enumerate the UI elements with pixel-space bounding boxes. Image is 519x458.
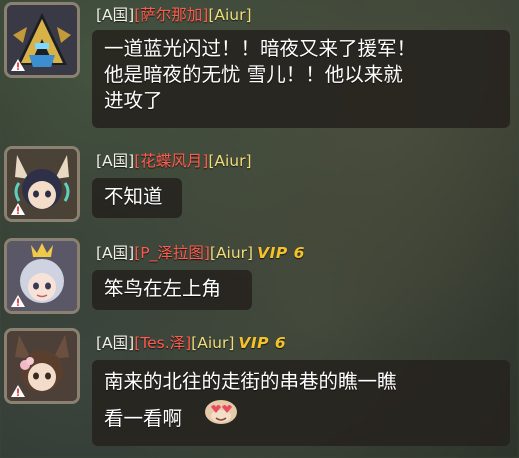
message-header: [A国][Tes.泽][Aiur] VIP 6 xyxy=(96,331,286,355)
country-tag: [A国] xyxy=(96,6,135,24)
chat-message: [A国][花蝶风月][Aiur] 不知道 xyxy=(0,146,519,236)
warning-icon xyxy=(11,385,25,397)
guild-tag: [Aiur] xyxy=(208,6,252,24)
country-tag: [A国] xyxy=(96,244,135,262)
guild-tag: [Aiur] xyxy=(208,152,252,170)
warning-icon xyxy=(11,203,25,215)
message-header: [A国][萨尔那加][Aiur] xyxy=(96,3,252,27)
message-bubble: 笨鸟在左上角 xyxy=(92,270,252,310)
player-name[interactable]: [P_泽拉图] xyxy=(134,244,210,262)
message-line: 南来的北往的走街的串巷的瞧一瞧 xyxy=(104,370,397,393)
message-line: 笨鸟在左上角 xyxy=(104,277,222,300)
message-line: 不知道 xyxy=(104,185,163,208)
message-bubble: 一道蓝光闪过！！暗夜又来了援军！ 他是暗夜的无忧 雪儿！！他以来就 进攻了 xyxy=(92,30,510,128)
message-bubble: 南来的北往的走街的串巷的瞧一瞧 看一看啊 xyxy=(92,360,510,446)
message-line: 进攻了 xyxy=(104,89,163,112)
chat-message: [A国][P_泽拉图][Aiur] VIP 6 笨鸟在左上角 xyxy=(0,238,519,328)
message-header: [A国][P_泽拉图][Aiur] VIP 6 xyxy=(96,241,305,265)
message-bubble: 不知道 xyxy=(92,178,182,218)
chat-message: [A国][Tes.泽][Aiur] VIP 6 南来的北往的走街的串巷的瞧一瞧 看… xyxy=(0,328,519,458)
player-avatar[interactable] xyxy=(4,146,80,222)
guild-tag: [Aiur] xyxy=(209,244,254,262)
chat-message: [A国][萨尔那加][Aiur] 一道蓝光闪过！！暗夜又来了援军！ 他是暗夜的无… xyxy=(0,0,519,140)
guild-tag: [Aiur] xyxy=(191,334,235,352)
player-name[interactable]: [萨尔那加] xyxy=(134,6,208,24)
warning-icon xyxy=(11,295,25,307)
vip-badge: VIP 6 xyxy=(238,334,287,352)
message-line: 他是暗夜的无忧 雪儿！！他以来就 xyxy=(104,63,403,86)
message-line: 一道蓝光闪过！！暗夜又来了援军！ xyxy=(104,37,417,60)
player-avatar[interactable] xyxy=(4,2,80,78)
player-avatar[interactable] xyxy=(4,238,80,314)
warning-icon xyxy=(11,59,25,71)
country-tag: [A国] xyxy=(96,152,135,170)
message-line: 看一看啊 xyxy=(104,395,498,432)
player-avatar[interactable] xyxy=(4,328,80,404)
country-tag: [A国] xyxy=(96,334,135,352)
heart-eyes-emoji-icon xyxy=(202,395,240,432)
vip-badge: VIP 6 xyxy=(257,244,305,262)
message-text: 看一看啊 xyxy=(104,407,183,430)
player-name[interactable]: [花蝶风月] xyxy=(134,152,208,170)
player-name[interactable]: [Tes.泽] xyxy=(134,334,191,352)
chat-panel: [A国][萨尔那加][Aiur] 一道蓝光闪过！！暗夜又来了援军！ 他是暗夜的无… xyxy=(0,0,519,458)
message-header: [A国][花蝶风月][Aiur] xyxy=(96,149,252,173)
